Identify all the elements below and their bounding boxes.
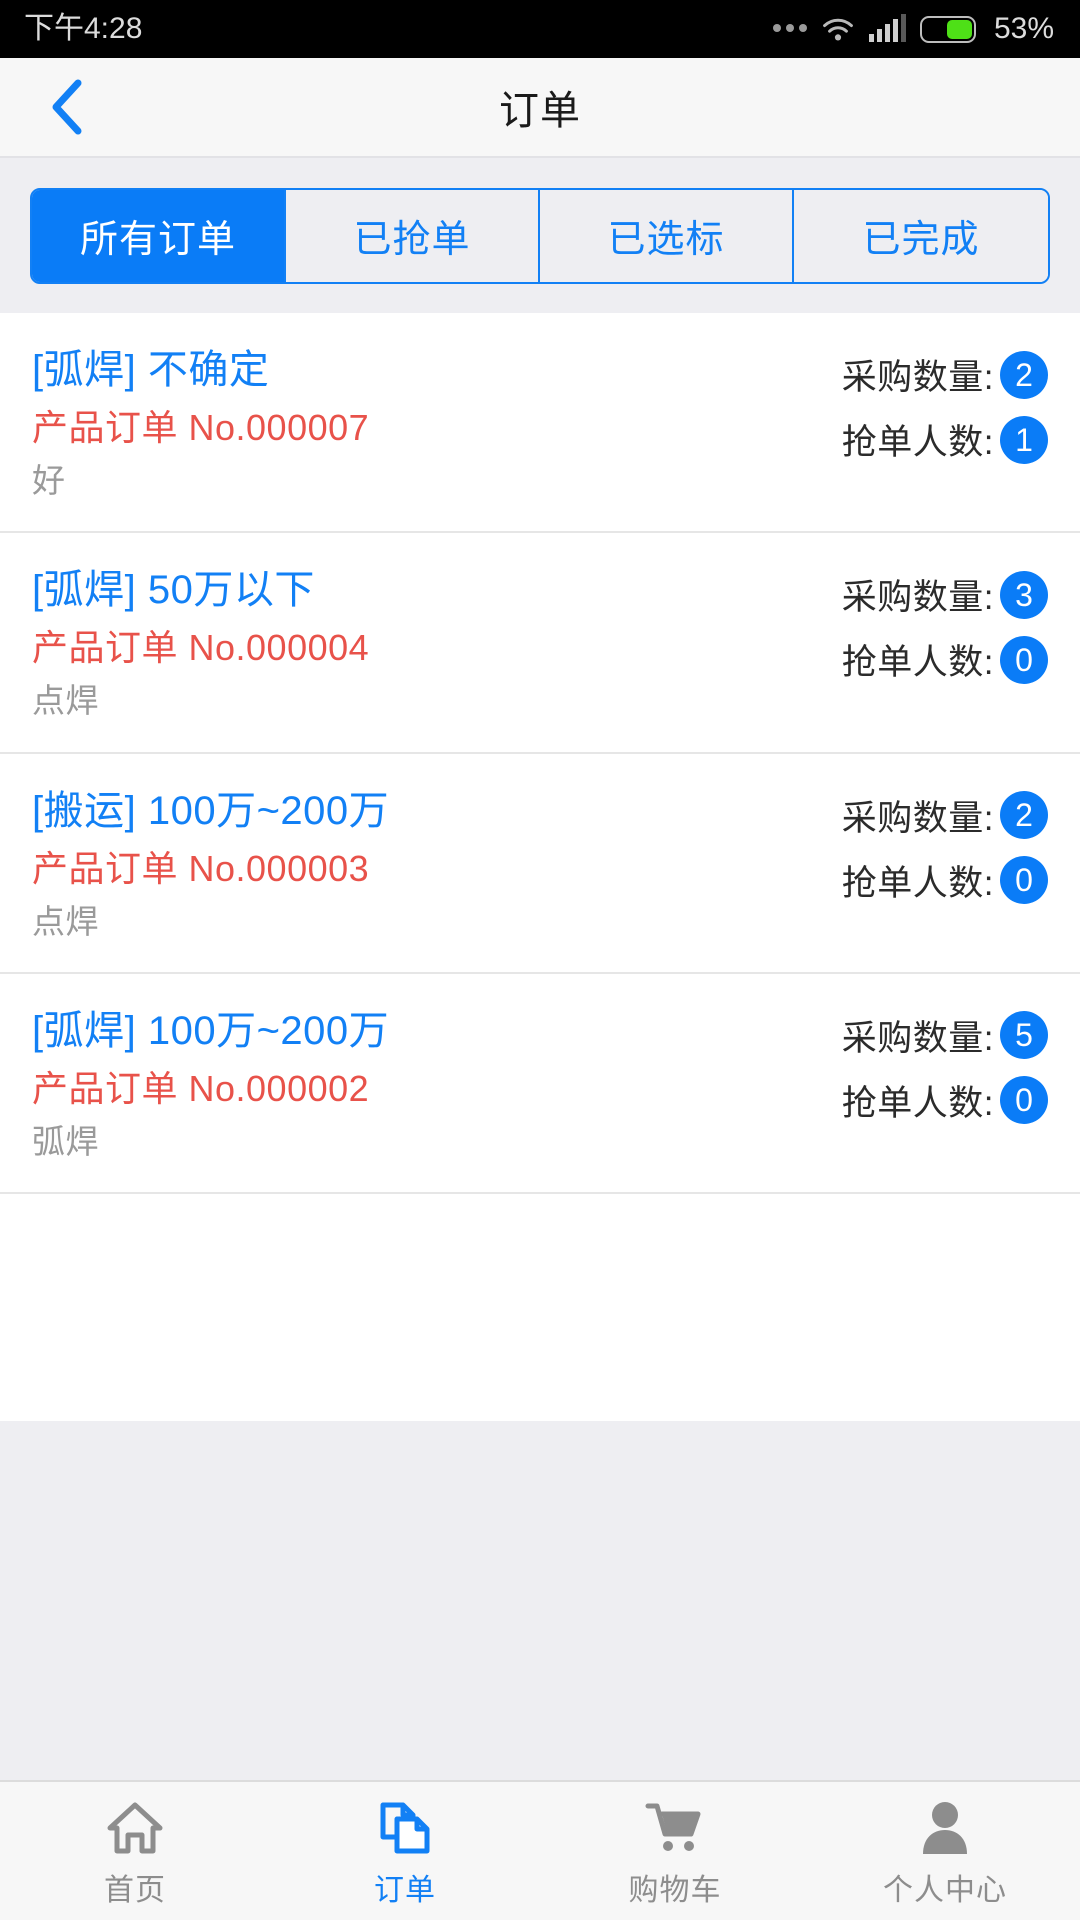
grabber-count-row: 抢单人数: 0 [842, 634, 1048, 685]
battery-icon [919, 15, 976, 43]
order-description: 好 [32, 462, 66, 499]
more-dots-icon [772, 24, 807, 34]
grabber-count-row: 抢单人数: 0 [842, 855, 1048, 906]
bottom-nav-label: 首页 [104, 1874, 166, 1907]
order-title: [弧焊] 不确定 [32, 348, 270, 392]
purchase-quantity-label: 采购数量: [841, 1018, 994, 1058]
status-bar-time: 下午4:28 [24, 12, 143, 45]
purchase-quantity-row: 采购数量: 2 [842, 790, 1048, 841]
order-info: [弧焊] 50万以下 产品订单 No.000004 点焊 [32, 565, 369, 721]
purchase-quantity-badge: 2 [1000, 791, 1048, 839]
order-list-item[interactable]: [搬运] 100万~200万 产品订单 No.000003 点焊 采购数量: 2… [0, 753, 1080, 974]
filter-tab-grabbed[interactable]: 已抢单 [286, 189, 540, 282]
back-button[interactable] [20, 58, 112, 156]
bottom-nav-label: 订单 [374, 1874, 436, 1907]
purchase-quantity-row: 采购数量: 3 [842, 569, 1048, 620]
grabber-count-row: 抢单人数: 0 [842, 1075, 1048, 1126]
battery-fill [946, 19, 972, 39]
order-description: 点焊 [32, 902, 99, 940]
order-stats: 采购数量: 2 抢单人数: 0 [842, 786, 1048, 906]
order-number: 产品订单 No.000003 [32, 847, 370, 889]
documents-icon [377, 1799, 433, 1857]
page-title: 订单 [499, 89, 581, 133]
grabber-count-badge: 0 [1000, 1076, 1048, 1125]
grabber-count-label: 抢单人数: [841, 643, 994, 683]
order-list: [弧焊] 不确定 产品订单 No.000007 好 采购数量: 2 抢单人数: … [0, 313, 1080, 1421]
filter-tab-selected[interactable]: 已选标 [540, 189, 794, 282]
order-list-item[interactable]: [弧焊] 50万以下 产品订单 No.000004 点焊 采购数量: 3 抢单人… [0, 533, 1080, 754]
filter-tabs: 所有订单 已抢单 已选标 已完成 [30, 187, 1050, 284]
person-icon [919, 1799, 971, 1857]
purchase-quantity-label: 采购数量: [841, 358, 994, 397]
app-screen: 下午4:28 53% 订单 所有订单 已抢单 已选标 已完成 [弧焊] 不确定 … [0, 0, 1080, 1920]
status-bar: 下午4:28 53% [0, 0, 1080, 58]
grabber-count-badge: 0 [1000, 856, 1048, 904]
wifi-icon [821, 16, 855, 42]
bottom-nav-item-cart[interactable]: 购物车 [540, 1782, 810, 1920]
purchase-quantity-badge: 2 [1000, 350, 1048, 399]
bottom-nav-label: 个人中心 [883, 1874, 1007, 1907]
grabber-count-label: 抢单人数: [841, 423, 994, 462]
order-stats: 采购数量: 3 抢单人数: 0 [842, 565, 1048, 685]
order-info: [弧焊] 不确定 产品订单 No.000007 好 [32, 345, 369, 501]
order-title: [弧焊] 50万以下 [32, 568, 315, 613]
shopping-cart-icon [645, 1799, 705, 1857]
order-list-item[interactable]: [弧焊] 100万~200万 产品订单 No.000002 弧焊 采购数量: 5… [0, 973, 1080, 1194]
home-icon [107, 1799, 163, 1857]
filter-tab-all-orders[interactable]: 所有订单 [32, 189, 286, 282]
cellular-signal-icon [868, 14, 906, 42]
purchase-quantity-row: 采购数量: 5 [842, 1010, 1048, 1061]
order-list-item[interactable]: [弧焊] 不确定 产品订单 No.000007 好 采购数量: 2 抢单人数: … [0, 313, 1080, 534]
order-stats: 采购数量: 2 抢单人数: 1 [842, 345, 1048, 465]
bottom-nav-label: 购物车 [628, 1874, 722, 1907]
order-number: 产品订单 No.000004 [32, 627, 370, 669]
purchase-quantity-badge: 3 [1000, 570, 1048, 619]
order-info: [弧焊] 100万~200万 产品订单 No.000002 弧焊 [32, 1006, 389, 1162]
order-stats: 采购数量: 5 抢单人数: 0 [842, 1006, 1048, 1126]
grabber-count-row: 抢单人数: 1 [842, 414, 1048, 465]
purchase-quantity-label: 采购数量: [841, 578, 994, 618]
order-number: 产品订单 No.000007 [32, 407, 370, 448]
nav-header: 订单 [0, 58, 1080, 158]
filter-tabs-container: 所有订单 已抢单 已选标 已完成 [0, 158, 1080, 313]
purchase-quantity-label: 采购数量: [841, 798, 994, 838]
bottom-nav-item-home[interactable]: 首页 [0, 1782, 270, 1920]
grabber-count-badge: 1 [1000, 415, 1048, 464]
order-description: 点焊 [32, 682, 99, 720]
order-number: 产品订单 No.000002 [32, 1067, 370, 1109]
bottom-nav-item-profile[interactable]: 个人中心 [810, 1782, 1080, 1920]
order-description: 弧焊 [32, 1122, 99, 1160]
order-info: [搬运] 100万~200万 产品订单 No.000003 点焊 [32, 786, 389, 942]
battery-percent-label: 53% [993, 12, 1054, 45]
order-title: [搬运] 100万~200万 [32, 788, 390, 833]
grabber-count-label: 抢单人数: [841, 863, 994, 903]
status-bar-icons: 53% [772, 12, 1054, 45]
bottom-nav-bar: 首页 订单 购物车 个人中心 [0, 1780, 1080, 1920]
empty-area [0, 1421, 1080, 1780]
grabber-count-badge: 0 [1000, 635, 1048, 684]
filter-tab-completed[interactable]: 已完成 [794, 189, 1048, 282]
grabber-count-label: 抢单人数: [841, 1083, 994, 1123]
order-title: [弧焊] 100万~200万 [32, 1008, 390, 1053]
chevron-left-icon [48, 78, 84, 136]
bottom-nav-item-orders[interactable]: 订单 [270, 1782, 540, 1920]
purchase-quantity-badge: 5 [1000, 1011, 1048, 1060]
purchase-quantity-row: 采购数量: 2 [842, 349, 1048, 400]
